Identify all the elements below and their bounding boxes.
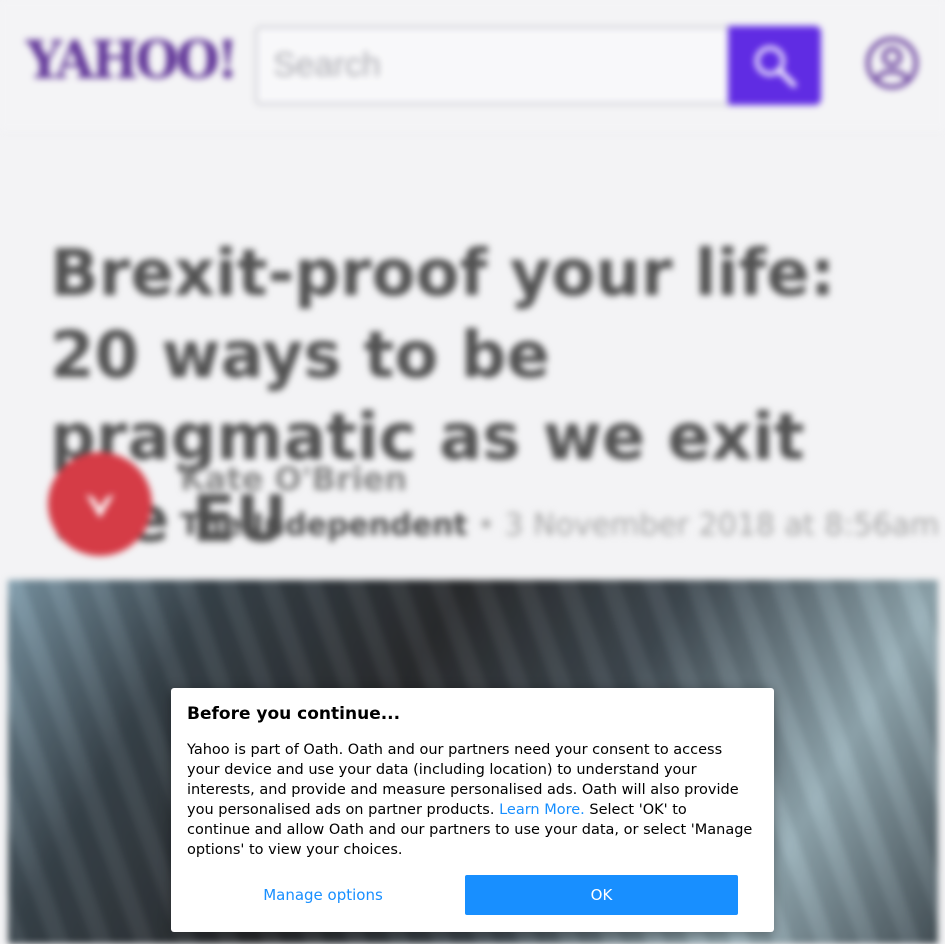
learn-more-link[interactable]: Learn More. xyxy=(499,802,585,818)
manage-options-button[interactable]: Manage options xyxy=(187,875,459,915)
dialog-title: Before you continue... xyxy=(187,704,401,724)
ok-button[interactable]: OK xyxy=(465,875,738,915)
dialog-actions: Manage options OK xyxy=(187,875,738,915)
dialog-body: Yahoo is part of Oath. Oath and our part… xyxy=(187,740,753,860)
consent-dialog: Before you continue... Yahoo is part of … xyxy=(171,688,774,932)
